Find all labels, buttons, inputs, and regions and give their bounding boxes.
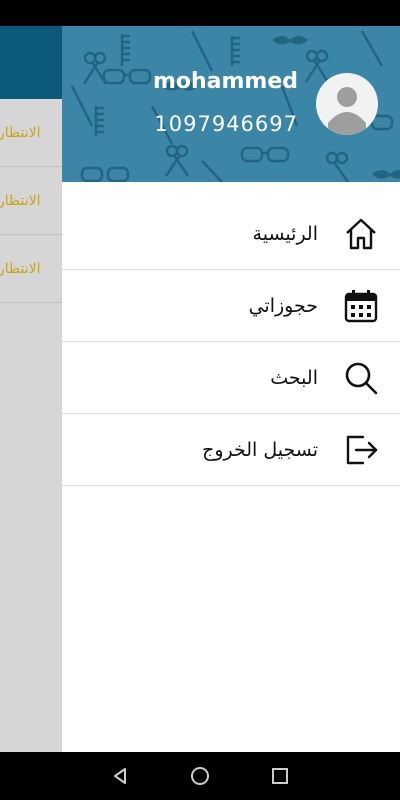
status-bar	[0, 0, 400, 26]
menu-item-home[interactable]: الرئيسية	[62, 198, 400, 270]
menu-item-search[interactable]: البحث	[62, 342, 400, 414]
background-app: الانتظار الانتظار الانتظار	[0, 26, 62, 752]
person-icon	[328, 87, 366, 135]
menu-item-label: تسجيل الخروج	[202, 438, 318, 461]
background-list-item[interactable]: الانتظار	[0, 167, 62, 235]
background-toolbar	[0, 26, 62, 99]
menu-item-bookings[interactable]: حجوزاتي	[62, 270, 400, 342]
navigation-drawer: mohammed 1097946697 الرئيسية حجوزاتي الب…	[62, 26, 400, 752]
user-name: mohammed	[152, 69, 298, 94]
drawer-header: mohammed 1097946697	[62, 26, 400, 182]
list-item-status: الانتظار	[0, 124, 41, 141]
background-list-item[interactable]: الانتظار	[0, 99, 62, 167]
list-item-status: الانتظار	[0, 192, 41, 209]
logout-icon	[342, 431, 380, 469]
menu-item-label: حجوزاتي	[248, 294, 318, 317]
search-icon	[342, 359, 380, 397]
list-item-status: الانتظار	[0, 260, 41, 277]
home-circle-icon[interactable]	[185, 761, 215, 791]
menu-item-logout[interactable]: تسجيل الخروج	[62, 414, 400, 486]
menu-item-label: الرئيسية	[252, 222, 318, 245]
menu-item-label: البحث	[270, 366, 318, 389]
back-icon[interactable]	[105, 761, 135, 791]
recents-icon[interactable]	[265, 761, 295, 791]
user-phone: 1097946697	[154, 112, 298, 136]
background-list-item[interactable]: الانتظار	[0, 235, 62, 303]
system-navigation-bar	[0, 752, 400, 800]
calendar-icon	[342, 287, 380, 325]
avatar[interactable]	[316, 73, 378, 135]
home-icon	[342, 215, 380, 253]
